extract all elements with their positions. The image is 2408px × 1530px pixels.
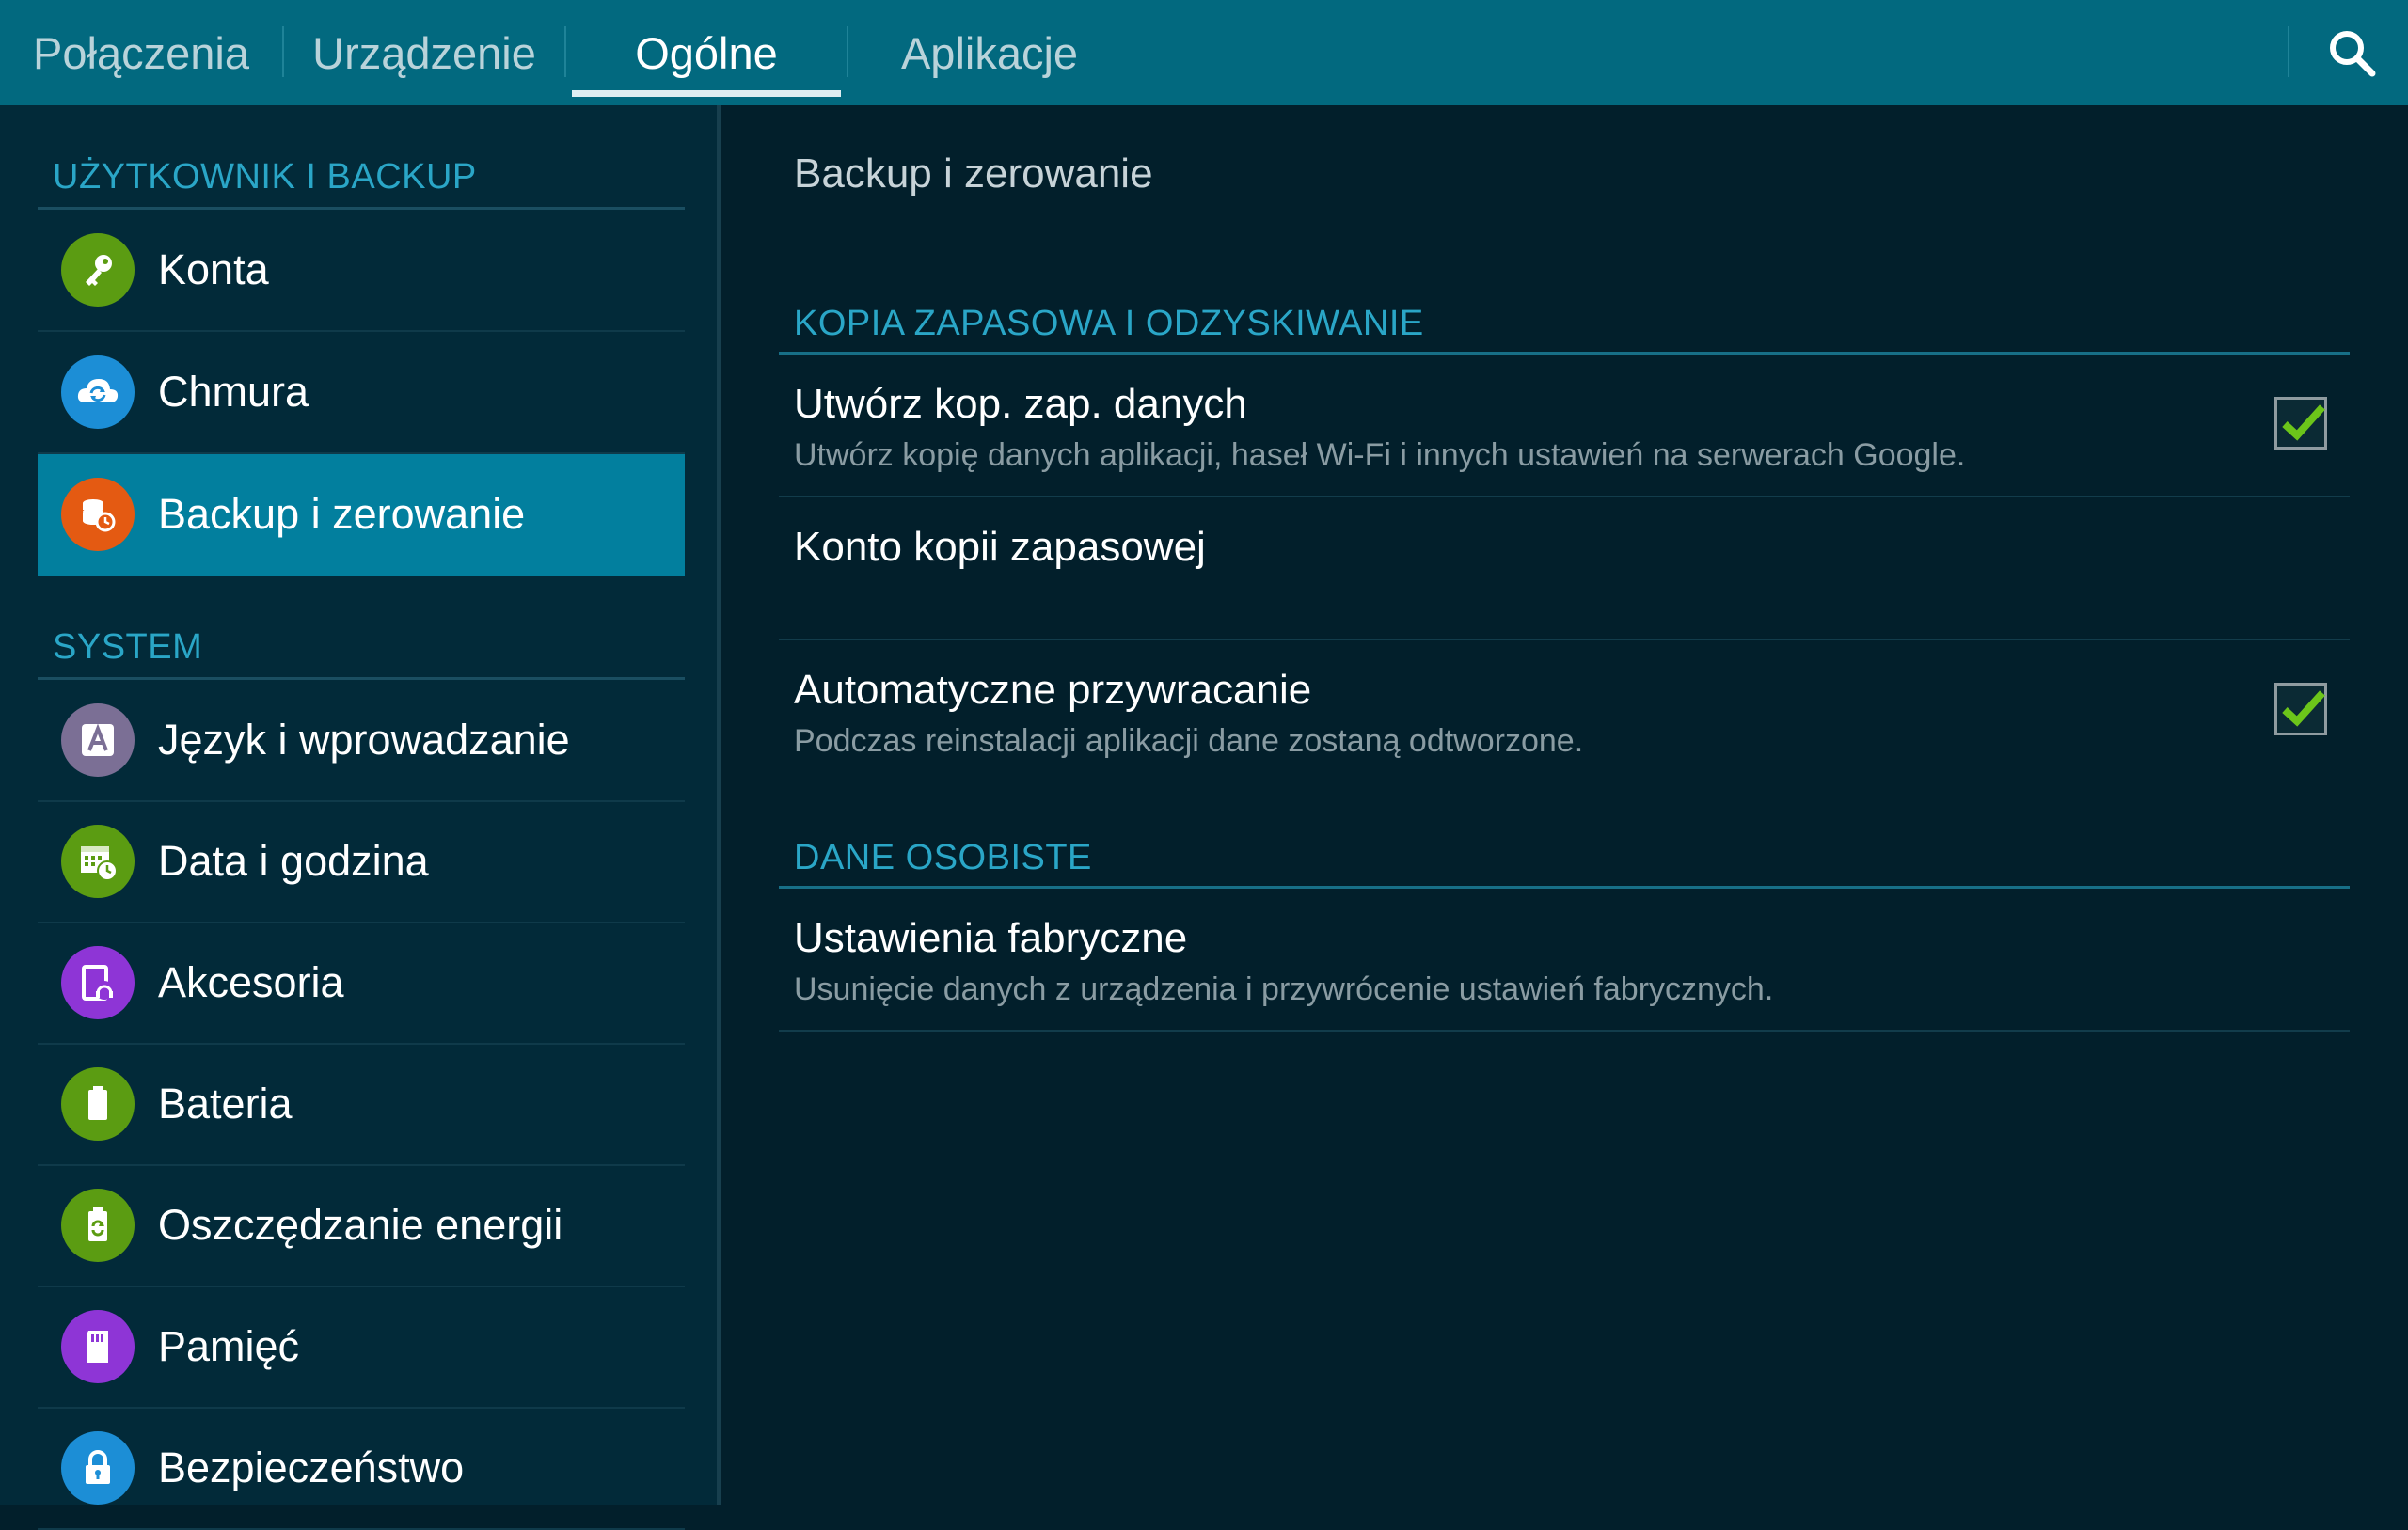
option-title: Utwórz kop. zap. danych [794, 381, 1247, 427]
sidebar-item-data-godzina[interactable]: Data i godzina [38, 801, 685, 923]
page-title: Backup i zerowanie [794, 150, 1153, 197]
option-subtitle: Usunięcie danych z urządzenia i przywróc… [794, 971, 1774, 1007]
sidebar-section-header: SYSTEM [38, 621, 685, 680]
sidebar-item-bateria[interactable]: Bateria [38, 1044, 685, 1166]
sidebar-item-jezyk[interactable]: Język i wprowadzanie [38, 680, 685, 802]
option-title: Automatyczne przywracanie [794, 667, 1312, 713]
search-button[interactable] [2314, 15, 2389, 90]
cloud-sync-icon [61, 355, 135, 429]
option-subtitle: Utwórz kopię danych aplikacji, haseł Wi-… [794, 437, 1966, 473]
sidebar-item-konta[interactable]: Konta [38, 210, 685, 332]
language-icon [61, 703, 135, 777]
sidebar-item-akcesoria[interactable]: Akcesoria [38, 923, 685, 1045]
sidebar-section-title: SYSTEM [53, 627, 203, 667]
sidebar-item-label: Konta [158, 245, 269, 293]
content-section-header: KOPIA ZAPASOWA I ODZYSKIWANIE [779, 295, 2350, 355]
auto-restore-checkbox[interactable] [2274, 683, 2327, 735]
tab-aplikacje[interactable]: Aplikacje [848, 0, 1131, 105]
tab-polaczenia[interactable]: Połączenia [0, 0, 282, 105]
lock-icon [61, 1431, 135, 1505]
sidebar-item-oszczedzanie[interactable]: Oszczędzanie energii [38, 1165, 685, 1287]
sidebar-divider [717, 105, 721, 1505]
sidebar-item-label: Chmura [158, 368, 309, 416]
checkmark-icon [2282, 404, 2325, 441]
top-tab-bar: Połączenia Urządzenie Ogólne Aplikacje [0, 0, 2408, 105]
sidebar-item-chmura[interactable]: Chmura [38, 332, 685, 454]
option-title: Ustawienia fabryczne [794, 915, 1188, 961]
sd-card-icon [61, 1310, 135, 1383]
active-tab-indicator [572, 90, 841, 97]
factory-reset-option[interactable]: Ustawienia fabryczne Usunięcie danych z … [779, 889, 2350, 1032]
sidebar-item-label: Bezpieczeństwo [158, 1443, 465, 1491]
sidebar-item-backup[interactable]: Backup i zerowanie [38, 454, 685, 576]
sidebar-item-label: Oszczędzanie energii [158, 1201, 563, 1249]
sidebar-item-bezpieczenstwo[interactable]: Bezpieczeństwo [38, 1408, 685, 1530]
sidebar-item-label: Data i godzina [158, 837, 429, 885]
sidebar-item-label: Język i wprowadzanie [158, 716, 570, 764]
backup-account-option[interactable]: Konto kopii zapasowej [779, 497, 2350, 640]
checkmark-icon [2282, 690, 2325, 727]
sidebar-item-pamiec[interactable]: Pamięć [38, 1286, 685, 1409]
key-icon [61, 233, 135, 307]
sidebar-item-label: Backup i zerowanie [158, 490, 526, 538]
power-saving-icon [61, 1189, 135, 1262]
sidebar-item-label: Bateria [158, 1080, 293, 1128]
content-section-title: DANE OSOBISTE [794, 838, 1092, 877]
sidebar-item-label: Akcesoria [158, 958, 344, 1006]
option-title: Konto kopii zapasowej [794, 524, 1206, 570]
content-section-title: KOPIA ZAPASOWA I ODZYSKIWANIE [794, 304, 1424, 343]
search-icon [2330, 31, 2376, 77]
backup-data-checkbox[interactable] [2274, 397, 2327, 450]
sidebar-section-header: UŻYTKOWNIK I BACKUP [38, 150, 685, 210]
auto-restore-option[interactable]: Automatyczne przywracanie Podczas reinst… [779, 640, 2350, 781]
tab-divider [2288, 26, 2289, 77]
backup-data-option[interactable]: Utwórz kop. zap. danych Utwórz kopię dan… [779, 355, 2350, 497]
accessory-icon [61, 946, 135, 1019]
tab-urzadzenie[interactable]: Urządzenie [284, 0, 564, 105]
option-subtitle: Podczas reinstalacji aplikacji dane zost… [794, 723, 1584, 759]
battery-icon [61, 1067, 135, 1141]
tab-divider [564, 26, 566, 77]
content-section-header: DANE OSOBISTE [779, 829, 2350, 889]
sidebar: UŻYTKOWNIK I BACKUP Konta Chmura Backup … [0, 105, 717, 1530]
calendar-clock-icon [61, 825, 135, 898]
sidebar-section-title: UŻYTKOWNIK I BACKUP [53, 157, 477, 197]
sidebar-item-label: Pamięć [158, 1322, 300, 1370]
backup-icon [61, 478, 135, 551]
